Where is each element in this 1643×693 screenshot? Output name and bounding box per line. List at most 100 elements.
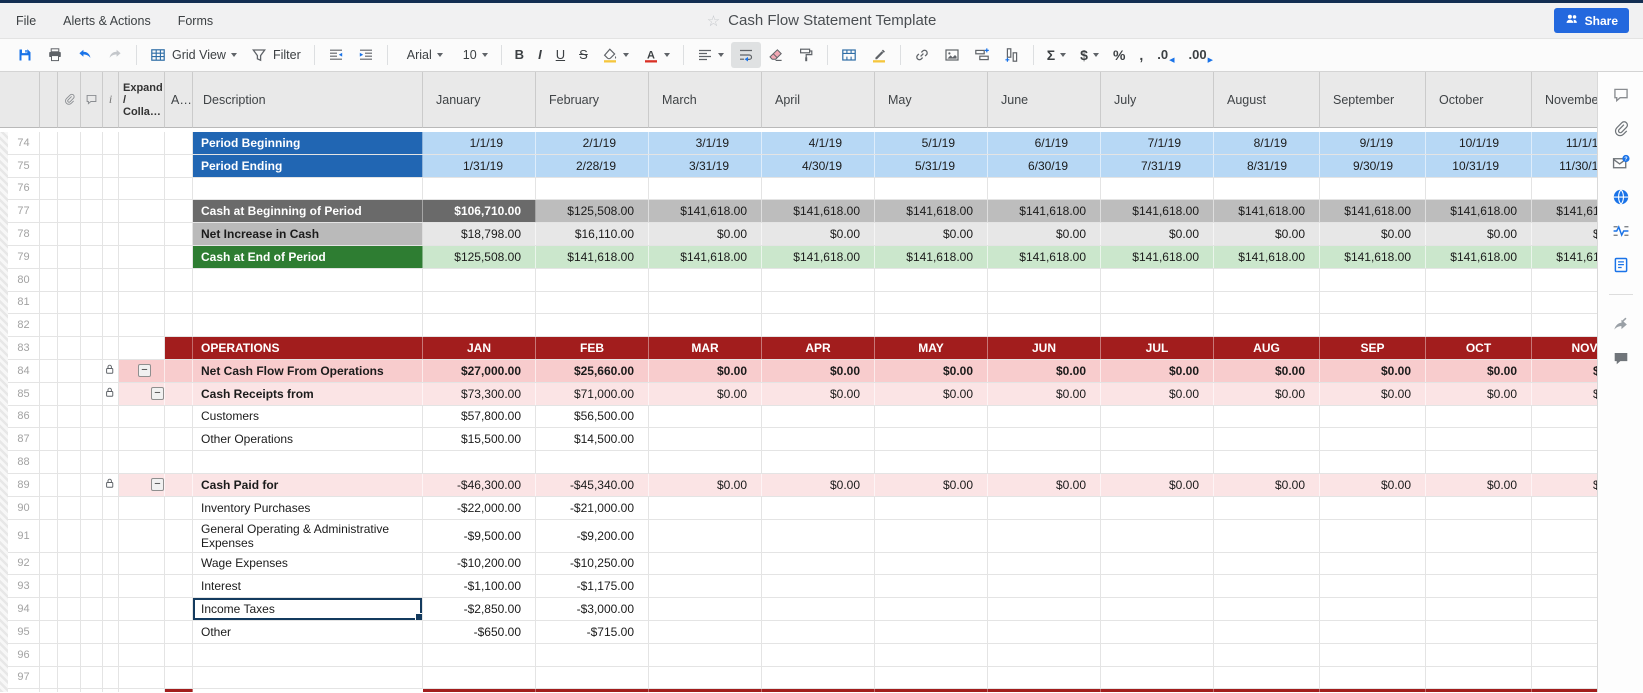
cell[interactable]: $0.00	[1426, 474, 1532, 496]
cell[interactable]	[1320, 497, 1426, 519]
cell[interactable]	[423, 689, 536, 692]
cell[interactable]: $141,618.00	[988, 200, 1101, 222]
cell[interactable]	[1214, 644, 1320, 666]
cell[interactable]: $141,618.00	[875, 200, 988, 222]
cell[interactable]: 4/30/19	[762, 155, 875, 177]
cell[interactable]: 4/1/19	[762, 132, 875, 154]
cell[interactable]: $0.00	[988, 383, 1101, 405]
comment-cell[interactable]	[81, 520, 103, 552]
publish-globe-icon[interactable]	[1612, 188, 1630, 206]
share-button[interactable]: Share	[1554, 8, 1629, 33]
cell[interactable]: 2/28/19	[536, 155, 649, 177]
cell[interactable]: $0.00	[762, 383, 875, 405]
description-cell[interactable]	[193, 178, 423, 200]
cell[interactable]	[762, 667, 875, 689]
cell[interactable]	[649, 553, 762, 575]
cell[interactable]: 1/31/19	[423, 155, 536, 177]
cell[interactable]	[762, 269, 875, 291]
comment-cell[interactable]	[81, 314, 103, 336]
thousands-separator-button[interactable]: ,	[1132, 42, 1150, 68]
cell[interactable]	[1320, 428, 1426, 450]
cell[interactable]	[536, 451, 649, 473]
fill-color-button[interactable]	[595, 42, 636, 68]
comment-cell[interactable]	[81, 292, 103, 314]
comment-cell[interactable]	[81, 689, 103, 692]
cell[interactable]	[988, 644, 1101, 666]
cell[interactable]: $141,618.00	[1214, 246, 1320, 268]
cell[interactable]: $141,618.00	[1532, 246, 1597, 268]
filter-button[interactable]: Filter	[244, 42, 308, 68]
cell[interactable]	[988, 314, 1101, 336]
cell[interactable]: -$10,200.00	[423, 553, 536, 575]
cell[interactable]	[1214, 553, 1320, 575]
cell[interactable]: $0.00	[649, 474, 762, 496]
description-cell[interactable]: Customers	[193, 406, 423, 428]
cell[interactable]: -$9,200.00	[536, 520, 649, 552]
cell[interactable]	[1214, 689, 1320, 692]
cell[interactable]: $141,618.00	[875, 246, 988, 268]
cell[interactable]: $141,618.00	[988, 246, 1101, 268]
cell[interactable]: $141,618.00	[1320, 200, 1426, 222]
menu-item-alerts-actions[interactable]: Alerts & Actions	[63, 14, 151, 28]
wrap-text-button[interactable]	[731, 42, 761, 68]
cell[interactable]	[875, 314, 988, 336]
comment-cell[interactable]	[81, 383, 103, 405]
description-cell[interactable]	[193, 667, 423, 689]
cell[interactable]	[649, 497, 762, 519]
cell[interactable]	[1426, 428, 1532, 450]
cell[interactable]	[649, 178, 762, 200]
cell[interactable]: $125,508.00	[423, 246, 536, 268]
handle-column-header[interactable]	[40, 72, 58, 128]
filled-comment-icon[interactable]	[1612, 349, 1630, 367]
cell[interactable]	[875, 428, 988, 450]
cell[interactable]	[762, 314, 875, 336]
attachment-cell[interactable]	[58, 314, 81, 336]
cell[interactable]: $0.00	[988, 474, 1101, 496]
cell[interactable]	[1101, 689, 1214, 692]
cell[interactable]: $0.00	[1320, 223, 1426, 245]
strikethrough-button[interactable]: S	[572, 42, 595, 68]
comment-cell[interactable]	[81, 553, 103, 575]
cell[interactable]	[649, 575, 762, 597]
attachment-cell[interactable]	[58, 520, 81, 552]
cell[interactable]: $141,618.00	[762, 200, 875, 222]
column-header-may[interactable]: May	[875, 72, 988, 128]
cell[interactable]: $57,800.00	[423, 406, 536, 428]
cell[interactable]	[988, 406, 1101, 428]
cell[interactable]	[649, 644, 762, 666]
cell[interactable]: AUG	[1214, 337, 1320, 359]
cell[interactable]	[988, 598, 1101, 620]
cell[interactable]	[1320, 451, 1426, 473]
description-cell[interactable]: Cash Paid for	[193, 474, 423, 496]
cell[interactable]	[762, 689, 875, 692]
cell[interactable]	[1532, 689, 1597, 692]
cell[interactable]	[649, 621, 762, 643]
cell[interactable]	[762, 553, 875, 575]
column-header-february[interactable]: February	[536, 72, 649, 128]
cell[interactable]	[423, 644, 536, 666]
cell[interactable]	[875, 269, 988, 291]
cell[interactable]: $27,000.00	[423, 360, 536, 382]
percent-button[interactable]: %	[1106, 42, 1132, 68]
cell[interactable]	[1214, 451, 1320, 473]
cell[interactable]: $106,710.00	[423, 200, 536, 222]
description-cell[interactable]: Cash at Beginning of Period	[193, 200, 423, 222]
comment-column-header[interactable]	[81, 72, 103, 128]
view-mode-select[interactable]: Grid View	[143, 42, 244, 68]
underline-button[interactable]: U	[549, 42, 572, 68]
cell[interactable]	[1320, 292, 1426, 314]
row-number[interactable]: 82	[0, 314, 40, 336]
comment-cell[interactable]	[81, 474, 103, 496]
cell[interactable]	[1320, 689, 1426, 692]
cell[interactable]: $0.00	[1101, 474, 1214, 496]
column-header-august[interactable]: August	[1214, 72, 1320, 128]
comment-cell[interactable]	[81, 132, 103, 154]
cell[interactable]	[1426, 314, 1532, 336]
description-cell[interactable]: Inventory Purchases	[193, 497, 423, 519]
cell[interactable]	[649, 451, 762, 473]
a-column-cell[interactable]	[165, 178, 193, 200]
cell[interactable]: $0.00	[988, 223, 1101, 245]
corner-header[interactable]	[0, 72, 40, 128]
row-number[interactable]: 85	[0, 383, 40, 405]
column-header-march[interactable]: March	[649, 72, 762, 128]
